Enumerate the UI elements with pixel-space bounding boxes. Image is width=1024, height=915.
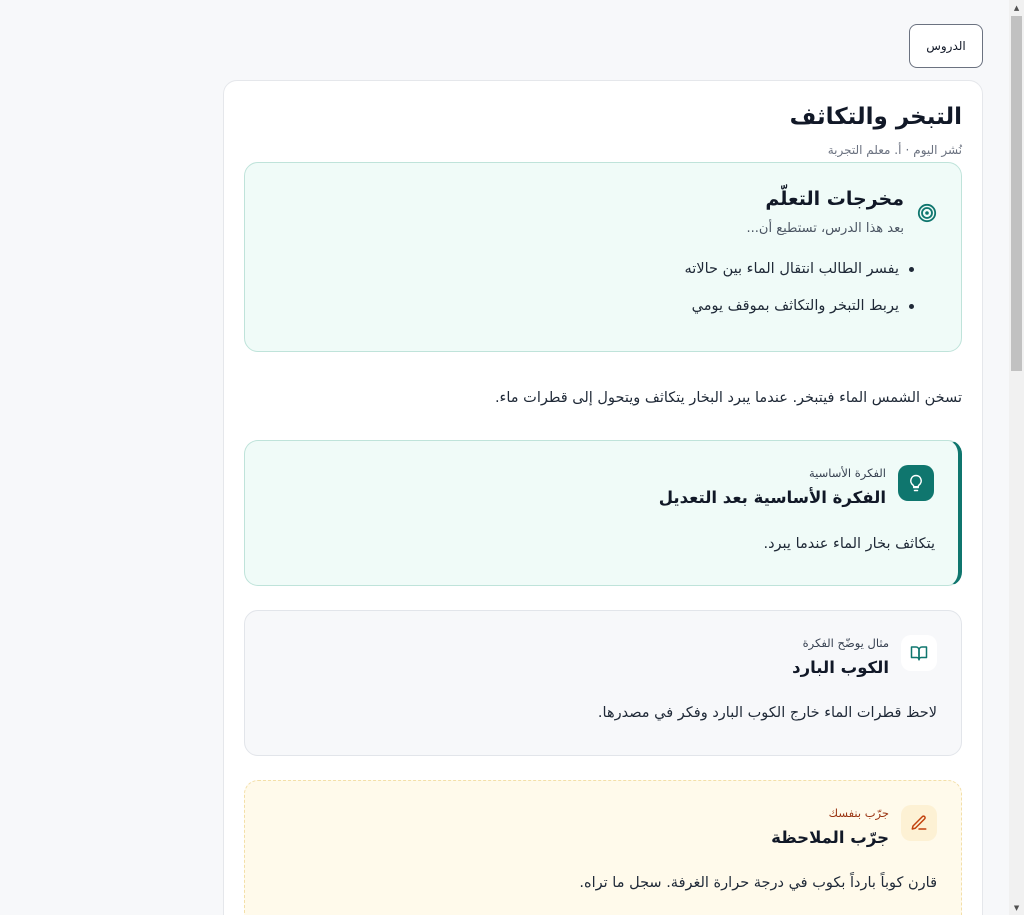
example-text: لاحظ قطرات الماء خارج الكوب البارد وفكر … <box>597 705 937 721</box>
outcome-item: يربط التبخر والتكاثف بموقف يومي <box>692 298 914 314</box>
outcome-text: يفسر الطالب انتقال الماء بين حالاته <box>684 261 899 277</box>
bullet-icon <box>909 303 914 309</box>
book-icon <box>901 635 937 671</box>
author-name: أ. معلم التجربة <box>827 143 902 157</box>
try-it-text: قارن كوباً بارداً بكوب في درجة حرارة الغ… <box>579 875 937 891</box>
example-panel <box>244 610 962 756</box>
core-idea-label: الفكرة الأساسية <box>808 466 886 480</box>
meta-separator: · <box>905 143 910 157</box>
example-heading: الكوب البارد <box>792 658 889 677</box>
lessons-button[interactable]: الدروس <box>909 24 983 68</box>
scroll-down-icon[interactable]: ▼ <box>1009 900 1024 915</box>
outcomes-title: مخرجات التعلّم <box>765 188 904 210</box>
target-icon <box>917 203 937 223</box>
pencil-icon <box>901 805 937 841</box>
core-idea-text: يتكاثف بخار الماء عندما يبرد. <box>763 536 935 552</box>
outcomes-subtitle: بعد هذا الدرس، تستطيع أن... <box>746 221 904 236</box>
outcome-item: يفسر الطالب انتقال الماء بين حالاته <box>685 261 914 277</box>
lightbulb-icon <box>898 465 934 501</box>
lesson-intro-text: تسخن الشمس الماء فيتبخر. عندما يبرد البخ… <box>494 390 962 406</box>
core-idea-panel <box>244 440 962 586</box>
published-date: نُشر اليوم <box>913 143 962 157</box>
outcome-text: يربط التبخر والتكاثف بموقف يومي <box>691 298 899 314</box>
example-label: مثال يوضّح الفكرة <box>802 636 889 650</box>
scrollbar-thumb[interactable] <box>1011 16 1022 371</box>
scrollbar[interactable]: ▲ ▼ <box>1009 0 1024 915</box>
try-it-panel <box>244 780 962 915</box>
try-it-heading: جرّب الملاحظة <box>771 828 889 847</box>
lesson-title: التبخر والتكاثف <box>789 104 962 130</box>
core-idea-heading: الفكرة الأساسية بعد التعديل <box>658 488 886 507</box>
lesson-meta: نُشر اليوم·أ. معلم التجربة <box>828 143 962 157</box>
try-it-label: جرّب بنفسك <box>828 806 889 820</box>
scroll-up-icon[interactable]: ▲ <box>1009 0 1024 15</box>
bullet-icon <box>909 266 914 272</box>
